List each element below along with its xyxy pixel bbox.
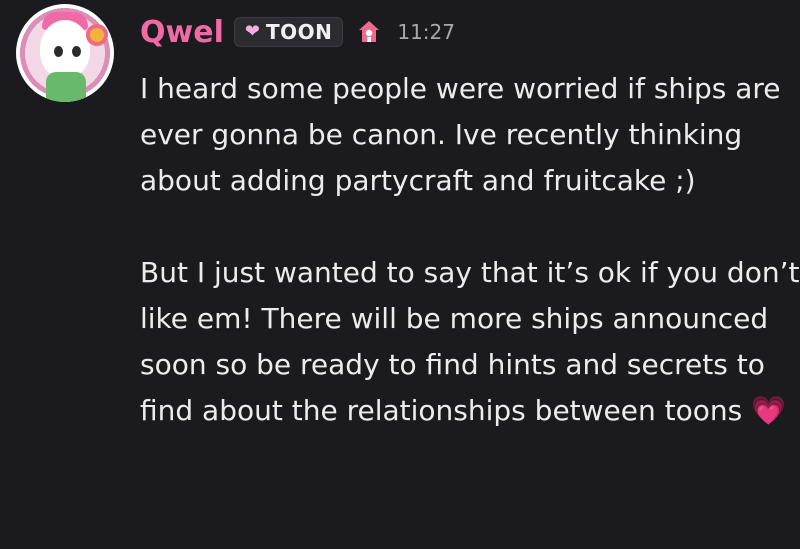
pink-house-icon[interactable] — [355, 18, 383, 46]
heart-icon: ❤ — [244, 21, 260, 42]
message-paragraph-1: I heard some people were worried if ship… — [140, 72, 781, 197]
message-header: Qwel ❤ TOON 11:27 — [140, 10, 455, 54]
avatar-face — [40, 20, 90, 78]
avatar-right-eye — [72, 46, 81, 57]
timestamp: 11:27 — [397, 20, 455, 44]
avatar[interactable] — [16, 4, 114, 102]
chat-message: Qwel ❤ TOON 11:27 I heard some people we… — [0, 0, 800, 549]
server-tag-label: TOON — [265, 20, 333, 44]
message-paragraph-2: But I just wanted to say that it’s ok if… — [140, 250, 800, 434]
message-content: I heard some people were worried if ship… — [140, 66, 800, 434]
message-paragraph-2-text: But I just wanted to say that it’s ok if… — [140, 256, 800, 427]
avatar-left-eye — [54, 46, 63, 57]
avatar-flower — [86, 24, 108, 46]
username[interactable]: Qwel — [140, 15, 224, 50]
avatar-body — [46, 72, 86, 102]
heart-emoji-icon: 💗 — [751, 394, 786, 427]
server-tag[interactable]: ❤ TOON — [233, 17, 344, 47]
